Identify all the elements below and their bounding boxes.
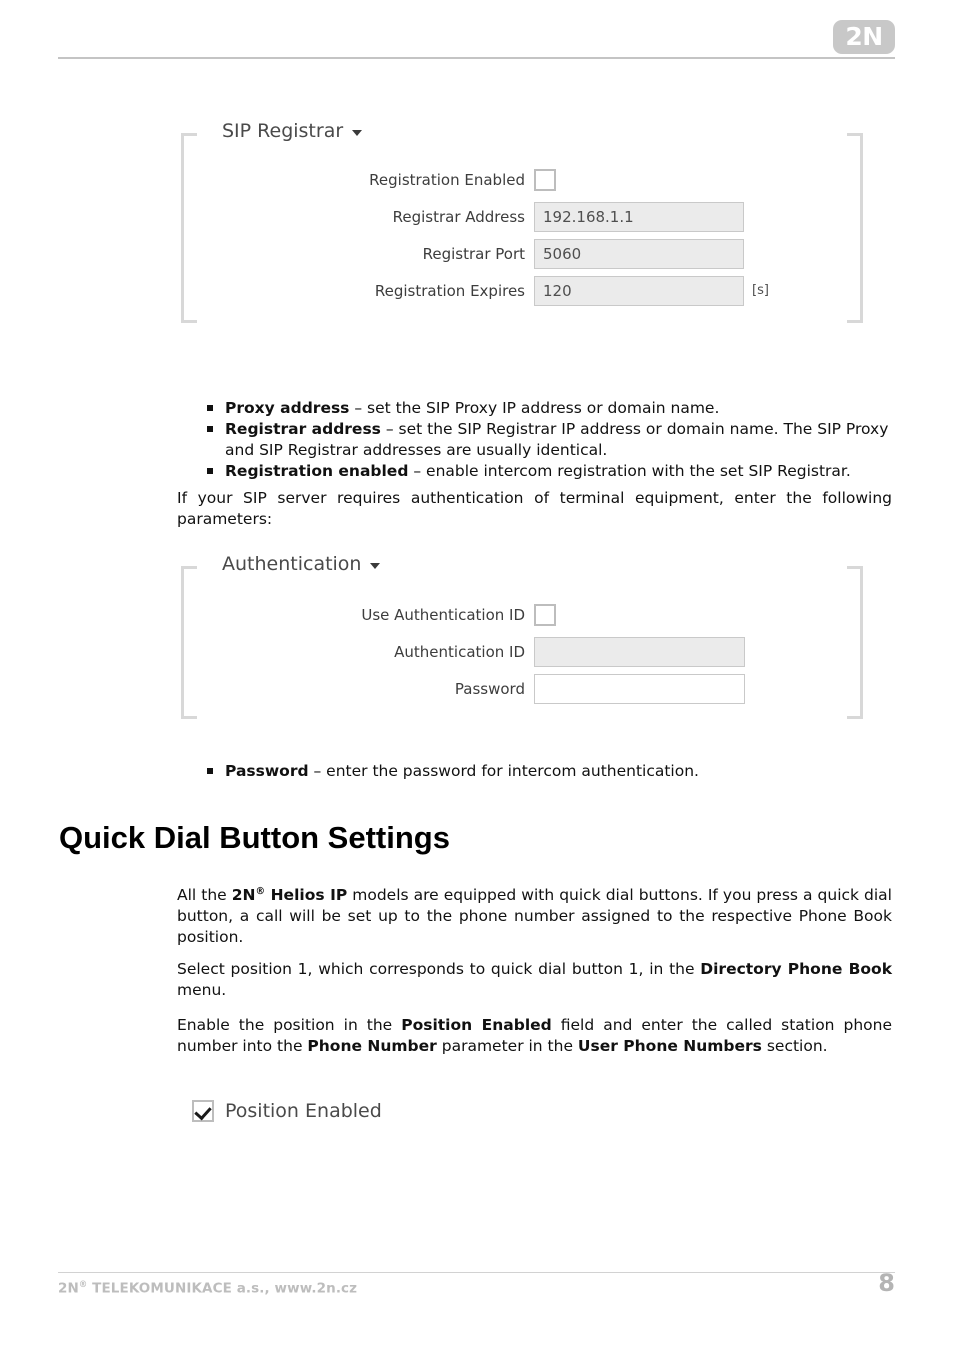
text-fragment: parameter in the bbox=[436, 1037, 578, 1055]
label-position-enabled: Position Enabled bbox=[225, 1100, 382, 1122]
header-divider bbox=[58, 57, 895, 59]
position-enabled-control[interactable]: Position Enabled bbox=[192, 1100, 382, 1122]
text-fragment: All the bbox=[177, 886, 232, 905]
bullet-text: enter the password for intercom authenti… bbox=[326, 762, 699, 780]
footer-company-rest: TELEKOMUNIKACE a.s., www.2n.cz bbox=[87, 1280, 358, 1297]
footer-company-name: 2N bbox=[58, 1280, 79, 1297]
bullet-dash: – bbox=[349, 399, 368, 417]
text-fragment: menu. bbox=[177, 981, 227, 999]
text-bold-user-phone-numbers: User Phone Numbers bbox=[577, 1037, 762, 1055]
bullet-dash: – bbox=[380, 420, 399, 438]
label-registrar-address: Registrar Address bbox=[392, 207, 525, 226]
form-row-use-authentication-id: Use Authentication ID bbox=[181, 596, 863, 633]
form-row-authentication-id: Authentication ID bbox=[181, 633, 863, 670]
form-row-password: Password bbox=[181, 670, 863, 707]
text-fragment: Enable the position in the bbox=[177, 1016, 402, 1034]
label-registrar-port: Registrar Port bbox=[422, 244, 525, 263]
page-title: Quick Dial Button Settings bbox=[59, 820, 450, 855]
bullet-dash: – bbox=[308, 762, 327, 780]
footer-divider bbox=[58, 1272, 895, 1273]
text-fragment: Select position 1, which corresponds to … bbox=[177, 960, 701, 978]
label-registration-enabled: Registration Enabled bbox=[369, 170, 525, 189]
panel-authentication: Authentication Use Authentication ID Aut… bbox=[181, 553, 863, 719]
chevron-down-icon[interactable] bbox=[370, 562, 381, 569]
input-authentication-id[interactable] bbox=[534, 636, 745, 667]
bullet-text: enable intercom registration with the se… bbox=[426, 462, 851, 480]
label-authentication-id: Authentication ID bbox=[394, 642, 525, 661]
form-row-registrar-address: Registrar Address 192.168.1.1 bbox=[181, 198, 863, 235]
chevron-down-icon[interactable] bbox=[352, 129, 363, 136]
bullet-term: Proxy address bbox=[225, 399, 350, 417]
bullet-term: Registrar address bbox=[225, 420, 381, 438]
text-bold-2n: 2N bbox=[231, 886, 256, 905]
list-item: Password – enter the password for interc… bbox=[205, 761, 895, 782]
input-registration-expires[interactable]: 120 bbox=[534, 275, 744, 306]
page-number: 8 bbox=[878, 1269, 895, 1297]
paragraph-models-overview: All the 2N® Helios IP models are equippe… bbox=[177, 881, 892, 948]
brand-logo-2n: 2N bbox=[833, 20, 895, 54]
checkbox-use-authentication-id[interactable] bbox=[534, 603, 556, 626]
bullet-text: set the SIP Proxy IP address or domain n… bbox=[367, 399, 720, 417]
form-row-registration-expires: Registration Expires 120 [s] bbox=[181, 272, 863, 309]
paragraph-select-position: Select position 1, which corresponds to … bbox=[177, 959, 892, 1001]
bullet-term: Password bbox=[225, 762, 309, 780]
label-registration-expires: Registration Expires bbox=[374, 281, 525, 300]
panel-sip-registrar: SIP Registrar Registration Enabled Regis… bbox=[181, 120, 863, 323]
registered-trademark-symbol: ® bbox=[255, 886, 266, 897]
panel-title-label: SIP Registrar bbox=[222, 120, 344, 142]
label-password: Password bbox=[454, 679, 525, 698]
input-registrar-address[interactable]: 192.168.1.1 bbox=[534, 201, 744, 232]
input-registrar-port[interactable]: 5060 bbox=[534, 238, 744, 269]
form-row-registrar-port: Registrar Port 5060 bbox=[181, 235, 863, 272]
checkbox-position-enabled[interactable] bbox=[192, 1100, 214, 1122]
input-password[interactable] bbox=[534, 673, 745, 704]
bullet-term: Registration enabled bbox=[225, 462, 409, 480]
authentication-form: Use Authentication ID Authentication ID … bbox=[181, 596, 863, 707]
text-bold-helios: Helios IP bbox=[265, 886, 348, 905]
paragraph-authentication-intro: If your SIP server requires authenticati… bbox=[177, 489, 892, 528]
bullet-list-password: Password – enter the password for interc… bbox=[205, 761, 895, 782]
form-row-registration-enabled: Registration Enabled bbox=[181, 161, 863, 198]
panel-title-authentication[interactable]: Authentication bbox=[219, 553, 390, 575]
checkbox-registration-enabled[interactable] bbox=[534, 168, 556, 191]
text-fragment: section. bbox=[761, 1037, 828, 1055]
list-item: Registrar address – set the SIP Registra… bbox=[205, 419, 895, 461]
list-item: Proxy address – set the SIP Proxy IP add… bbox=[205, 398, 895, 419]
footer-company: 2N® TELEKOMUNIKACE a.s., www.2n.cz bbox=[58, 1279, 357, 1297]
list-item: Registration enabled – enable intercom r… bbox=[205, 461, 895, 482]
paragraph-enable-position: Enable the position in the Position Enab… bbox=[177, 1015, 892, 1057]
bullet-list-sip: Proxy address – set the SIP Proxy IP add… bbox=[205, 398, 895, 482]
unit-seconds: [s] bbox=[752, 283, 769, 298]
sip-registrar-form: Registration Enabled Registrar Address 1… bbox=[181, 161, 863, 309]
panel-title-sip-registrar[interactable]: SIP Registrar bbox=[219, 120, 372, 142]
label-use-authentication-id: Use Authentication ID bbox=[361, 605, 525, 624]
text-bold-position-enabled: Position Enabled bbox=[401, 1016, 552, 1034]
panel-title-label: Authentication bbox=[222, 553, 362, 575]
text-bold-directory-phone-book: Directory Phone Book bbox=[700, 960, 892, 978]
text-bold-phone-number: Phone Number bbox=[307, 1037, 437, 1055]
bullet-dash: – bbox=[408, 462, 427, 480]
page-header: 2N bbox=[0, 0, 954, 60]
